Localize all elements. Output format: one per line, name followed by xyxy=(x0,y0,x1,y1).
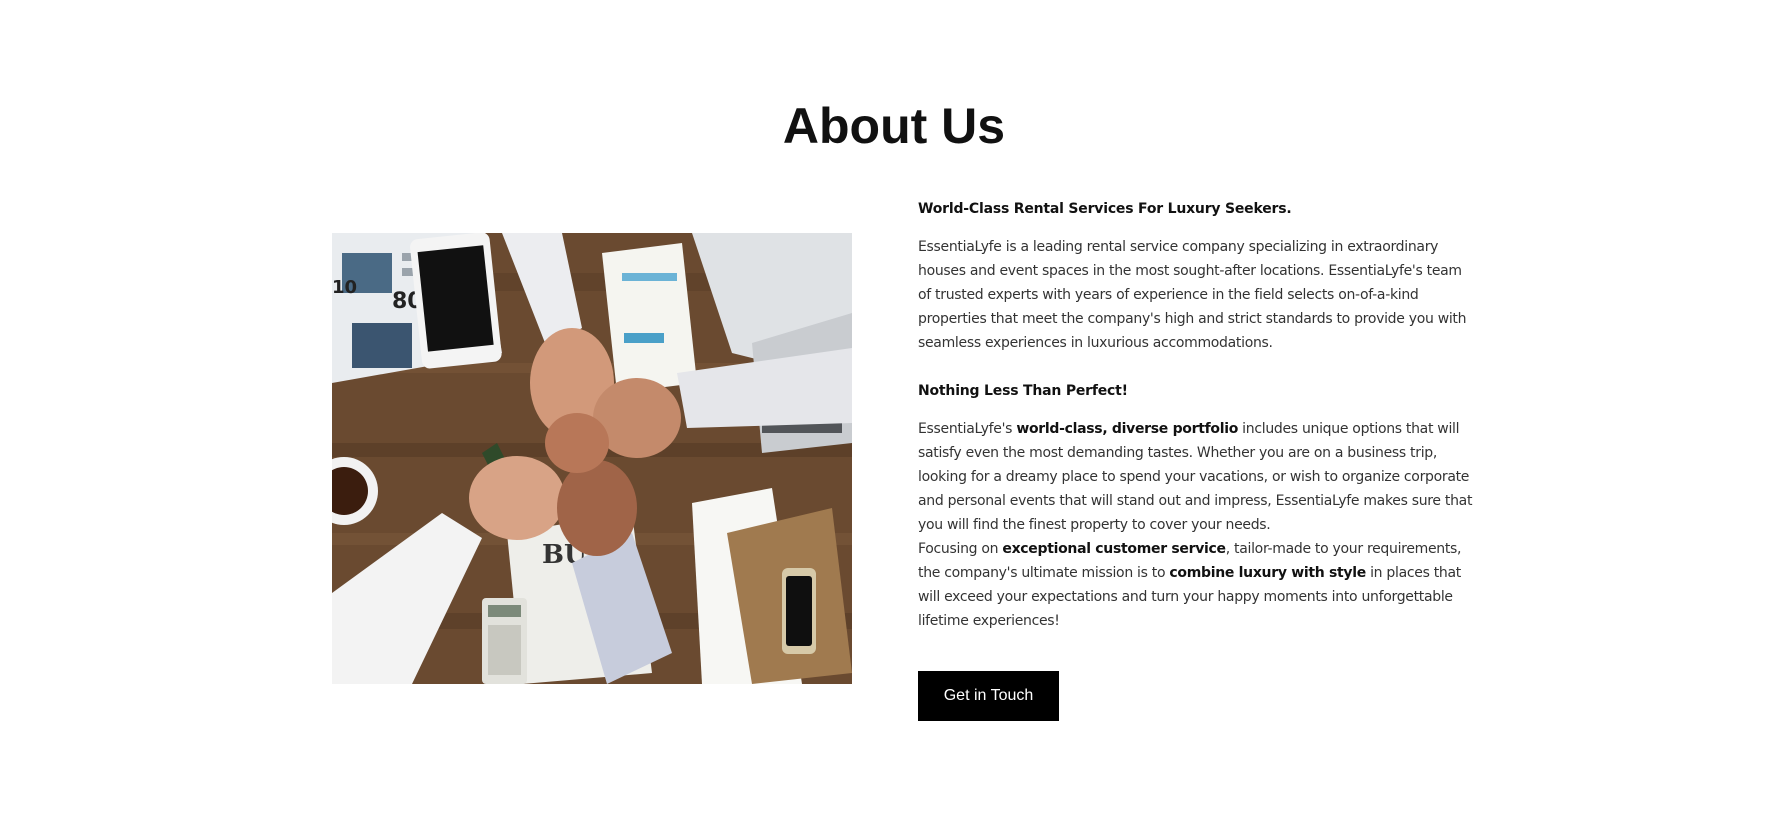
emphasis-customer-service: exceptional customer service xyxy=(1002,541,1226,557)
calculator xyxy=(482,598,527,684)
tablet xyxy=(410,233,502,369)
section-heading-perfect: Nothing Less Than Perfect! xyxy=(918,383,1128,399)
about-text-column: World-Class Rental Services For Luxury S… xyxy=(918,197,1478,633)
get-in-touch-button[interactable]: Get in Touch xyxy=(918,671,1059,721)
emphasis-luxury-style: combine luxury with style xyxy=(1169,565,1366,581)
team-fist-bump-photo: 80 10 BUS xyxy=(332,233,852,684)
paragraph-portfolio: EssentiaLyfe's world-class, diverse port… xyxy=(918,417,1478,537)
paragraph-mission-text: Focusing on xyxy=(918,541,1003,557)
paragraph-intro: EssentiaLyfe is a leading rental service… xyxy=(918,239,1467,351)
section-heading-rental-services: World-Class Rental Services For Luxury S… xyxy=(918,201,1292,217)
page-title: About Us xyxy=(782,98,1006,154)
phone xyxy=(782,568,816,654)
paragraph-portfolio-text: includes unique options that will satisf… xyxy=(918,421,1473,533)
emphasis-portfolio: world-class, diverse portfolio xyxy=(1016,421,1239,437)
paragraph-mission: Focusing on exceptional customer service… xyxy=(918,537,1478,633)
svg-text:10: 10 xyxy=(332,277,357,298)
paragraph-portfolio-text: EssentiaLyfe's xyxy=(918,421,1017,437)
